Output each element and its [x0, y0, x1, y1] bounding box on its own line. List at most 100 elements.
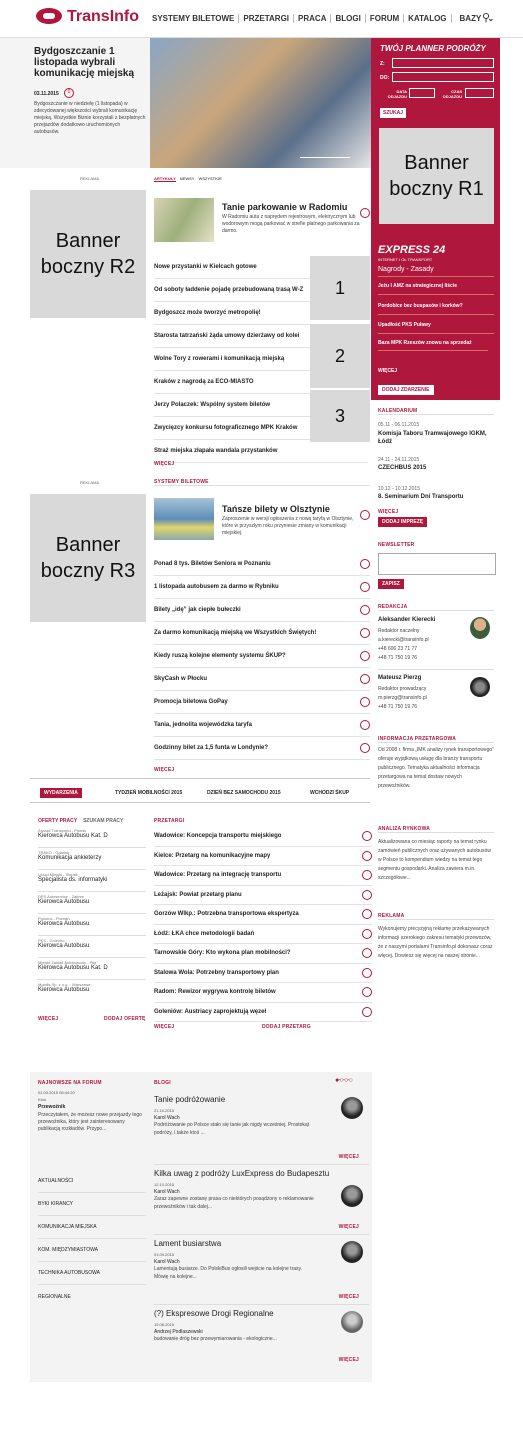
blog-title[interactable]: Tanie podróżowanie	[154, 1095, 369, 1104]
event-name[interactable]: 8. Seminarium Dni Transportu	[378, 494, 463, 500]
forum-category[interactable]: KOM. MIĘDZYMIASTOWA	[38, 1239, 146, 1262]
logo[interactable]: TransInfo	[36, 8, 139, 26]
blog-item[interactable]: Kilka uwag z podróży LuxExpress do Budap…	[154, 1165, 369, 1235]
slider-dots[interactable]	[300, 157, 350, 160]
comment-icon[interactable]	[362, 948, 372, 959]
ticket-row[interactable]: Tania, jednolita wojewódzka taryfa	[154, 714, 370, 737]
nav-item[interactable]: KATALOG	[404, 14, 452, 23]
comment-icon[interactable]	[360, 743, 370, 753]
planner-to-input[interactable]	[392, 72, 494, 82]
blog-more-link[interactable]: WIĘCEJ	[339, 1154, 359, 1160]
tab-articles[interactable]: ARTYKUŁY	[154, 176, 176, 182]
comment-icon[interactable]	[360, 605, 370, 615]
comment-icon[interactable]	[362, 870, 372, 881]
ticket-row[interactable]: SkyCash w Płocku	[154, 668, 370, 691]
ticket-row[interactable]: Godzinny bilet za 1,5 funta w Londynie?	[154, 737, 370, 760]
tickets-feature-title[interactable]: Tańsze bilety w Olsztynie	[222, 504, 330, 514]
comment-count[interactable]: 0	[64, 88, 74, 98]
comment-icon[interactable]	[360, 208, 370, 218]
comment-icon[interactable]	[360, 628, 370, 638]
comment-icon[interactable]	[362, 850, 372, 861]
blog-title[interactable]: (?) Ekspresowe Drogi Regionalne	[154, 1309, 369, 1318]
comment-icon[interactable]	[362, 909, 372, 920]
calendar-more-link[interactable]: WIĘCEJ	[378, 509, 398, 515]
event-link[interactable]: DZIEŃ BEZ SAMOCHODU 2015	[207, 790, 281, 796]
tender-row[interactable]: Łódź: ŁKA chce metodologii badań	[154, 925, 372, 944]
event-link[interactable]: TYDZIEŃ MOBILNOŚCI 2015	[115, 790, 182, 796]
comment-icon[interactable]	[360, 651, 370, 661]
job-item[interactable]: Urząd Miejski - Słupsk Specjalista ds. in…	[38, 870, 146, 892]
job-item[interactable]: Miejski Zakład Autobusowy - Piła Kierowca…	[38, 958, 146, 980]
blog-more-link[interactable]: WIĘCEJ	[339, 1224, 359, 1230]
comment-icon[interactable]	[362, 928, 372, 939]
forum-category[interactable]: TECHNIKA AUTOBUSOWA	[38, 1262, 146, 1285]
planner-time-input[interactable]	[465, 88, 494, 98]
newsletter-subscribe-button[interactable]: ZAPISZ	[378, 579, 404, 589]
forum-category[interactable]: REGIONALNE	[38, 1285, 146, 1308]
comment-icon[interactable]	[360, 582, 370, 592]
forum-topic[interactable]: Przewoźnik	[38, 1104, 65, 1110]
job-item[interactable]: TRAKO - Gdańsk Komunikacja ankieterzy	[38, 848, 146, 870]
comment-icon[interactable]	[362, 831, 372, 842]
express-item[interactable]: Nagrody - Zasady	[378, 266, 494, 277]
add-event-button[interactable]: DODAJ IMPREZĘ	[378, 517, 428, 527]
job-item[interactable]: Zarząd Transportu - Płońsk Kierowca Autob…	[38, 826, 146, 848]
job-item[interactable]: DPS Autoservice - Zabrze Kierowca Autobus…	[38, 892, 146, 914]
express-more-link[interactable]: WIĘCEJ	[378, 368, 397, 374]
comment-icon[interactable]	[362, 1006, 372, 1017]
comment-icon[interactable]	[360, 510, 370, 520]
nav-item[interactable]: BLOGI	[331, 14, 366, 23]
comment-icon[interactable]	[360, 697, 370, 707]
tenders-more-link[interactable]: WIĘCEJ	[154, 1024, 174, 1030]
ticket-row[interactable]: 1 listopada autobusem za darmo w Rybniku	[154, 576, 370, 599]
blog-item[interactable]: Lament busiarstwa 01.09.2015 Karol Wach …	[154, 1235, 369, 1305]
news-feature-image[interactable]	[154, 198, 214, 242]
nav-item[interactable]: SYSTEMY BILETOWE	[148, 14, 240, 23]
express-item[interactable]: Jeżu I AMZ na strategicznej liście	[378, 283, 494, 295]
express-item[interactable]: Pordobice bez buspasów i korków?	[378, 303, 494, 315]
tab-job-search[interactable]: SZUKAM PRACY	[83, 818, 123, 824]
forum-category[interactable]: KOMUNIKACJA MIEJSKA	[38, 1216, 146, 1239]
tab-job-offers[interactable]: OFERTY PRACY	[38, 818, 77, 824]
add-job-offer-link[interactable]: DODAJ OFERTĘ	[104, 1016, 146, 1022]
tender-row[interactable]: Wadowice: Przetarg na integrację transpo…	[154, 866, 372, 886]
forum-category[interactable]: BYKI KIRANCY	[38, 1193, 146, 1216]
comment-icon[interactable]	[360, 674, 370, 684]
tender-row[interactable]: Gorzów Wlkp.: Potrzebna transportowa eks…	[154, 905, 372, 925]
planner-date-input[interactable]	[409, 88, 435, 98]
jobs-more-link[interactable]: WIĘCEJ	[38, 1016, 58, 1022]
blog-more-link[interactable]: WIĘCEJ	[339, 1294, 359, 1300]
job-item[interactable]: Polonus - Poznań Kierowca Autobusu	[38, 914, 146, 936]
event-name[interactable]: Komisja Taboru Tramwajowego IGKM, Łódź	[378, 430, 494, 446]
hero-image[interactable]	[150, 38, 371, 168]
search-icon[interactable]: ⚲	[482, 11, 490, 24]
news-feature-title[interactable]: Tanie parkowanie w Radomiu	[222, 202, 347, 212]
tickets-feature-image[interactable]	[154, 498, 214, 540]
planner-from-input[interactable]	[392, 58, 494, 68]
add-event-button[interactable]: DODAJ ZDARZENIE	[378, 385, 434, 395]
hero-title[interactable]: Bydgoszczanie 1 listopada wybrali komuni…	[34, 46, 144, 79]
express-item[interactable]: Baza MPK Rzeszów znowu na sprzedaż	[378, 340, 488, 351]
express-item[interactable]: Upadłość PKS Puławy	[378, 322, 494, 334]
tender-row[interactable]: Kielce: Przetarg na komunikacyjne mapy	[154, 847, 372, 866]
comment-icon[interactable]	[362, 889, 372, 900]
forum-category[interactable]: AKTUALNOŚCI	[38, 1170, 146, 1193]
job-item[interactable]: Mobilis Sp. z o.o. - Warszawa Kierowca Au…	[38, 980, 146, 998]
news-more-link[interactable]: WIĘCEJ	[154, 461, 174, 467]
blog-item[interactable]: (?) Ekspresowe Drogi Regionalne 19.08.20…	[154, 1305, 369, 1375]
editor-email[interactable]: m.pierzg@transinfo.pl	[378, 694, 427, 703]
ticket-row[interactable]: Promocja biletowa GoPay	[154, 691, 370, 714]
tickets-more-link[interactable]: WIĘCEJ	[154, 767, 174, 773]
event-link[interactable]: WCHODZI ŚKUP	[310, 790, 349, 796]
ticket-row[interactable]: Ponad 8 tys. Biletów Seniora w Poznaniu	[154, 553, 370, 576]
blog-slider-dots[interactable]: ●-○-○-○	[335, 1077, 353, 1084]
tab-all[interactable]: WSZYSTKIE	[198, 176, 221, 182]
news-row[interactable]: Straż miejska złapała wandala przystankó…	[154, 440, 368, 463]
event-name[interactable]: CZECHBUS 2015	[378, 465, 426, 471]
banner-r3[interactable]: Banner boczny R3	[30, 494, 146, 622]
comment-icon[interactable]	[360, 720, 370, 730]
comment-icon[interactable]	[362, 967, 372, 978]
tender-row[interactable]: Stalowa Wola: Potrzebny transportowy pla…	[154, 964, 372, 983]
blog-more-link[interactable]: WIĘCEJ	[339, 1357, 359, 1363]
blog-title[interactable]: Kilka uwag z podróży LuxExpress do Budap…	[154, 1169, 369, 1178]
